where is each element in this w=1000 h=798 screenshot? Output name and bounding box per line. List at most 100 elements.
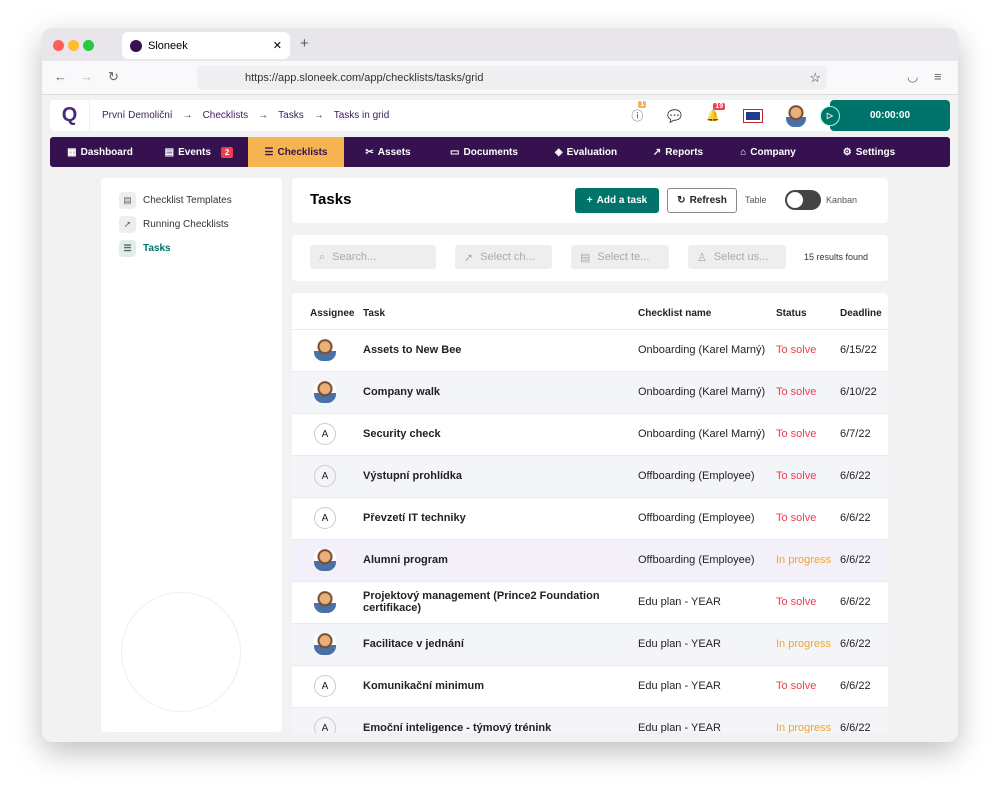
task-name[interactable]: Facilitace v jednání (363, 622, 638, 665)
task-name[interactable]: Projektový management (Prince2 Foundatio… (363, 580, 638, 623)
menu-item-settings[interactable]: ⚙ Settings (816, 137, 922, 167)
back-button[interactable]: ← (54, 69, 67, 84)
menu-item-documents[interactable]: ▭ Documents (432, 137, 536, 167)
checklist-icon: ☰ (264, 146, 274, 158)
menu-label: Evaluation (566, 146, 618, 158)
breadcrumb-item: Tasks in grid (333, 110, 390, 121)
status-badge: To solve (776, 412, 840, 455)
table-row[interactable]: A Emoční inteligence - týmový trénink Ed… (292, 706, 888, 733)
evaluation-icon: ◈ (554, 146, 563, 158)
add-task-button[interactable]: + Add a task (575, 188, 659, 213)
table-row[interactable]: A Komunikační minimum Edu plan - YEAR To… (292, 664, 888, 707)
folder-icon: ▭ (450, 146, 460, 158)
status-badge: To solve (776, 370, 840, 413)
menu-item-checklists[interactable]: ☰ Checklists (248, 137, 344, 167)
menu-item-reports[interactable]: ↗ Reports (636, 137, 720, 167)
table-row[interactable]: Alumni program Offboarding (Employee) In… (292, 538, 888, 581)
column-status[interactable]: Status (776, 293, 840, 329)
logo[interactable]: Q (50, 100, 90, 131)
close-tab-icon[interactable]: ✕ (273, 39, 282, 52)
new-tab-button[interactable]: + (300, 35, 309, 52)
sidebar-item-tasks[interactable]: ☰ Tasks (101, 236, 282, 260)
select-placeholder: Select ch... (480, 251, 535, 263)
task-name[interactable]: Komunikační minimum (363, 664, 638, 707)
table-row[interactable]: A Security check Onboarding (Karel Marný… (292, 412, 888, 455)
select-template[interactable]: ▤ Select te... (571, 245, 669, 269)
chat-icon[interactable]: 💬 (667, 109, 682, 123)
menu-item-events[interactable]: ▤ Events 2 (150, 137, 248, 167)
bookmark-star-icon[interactable]: ☆ (809, 70, 821, 86)
deadline: 6/6/22 (840, 706, 888, 733)
maximize-button[interactable] (83, 40, 94, 51)
task-name[interactable]: Alumni program (363, 538, 638, 581)
pocket-icon[interactable]: ◡ (907, 69, 918, 85)
menu-item-assets[interactable]: ✂ Assets (344, 137, 432, 167)
task-name[interactable]: Výstupní prohlídka (363, 454, 638, 497)
table-row[interactable]: Projektový management (Prince2 Foundatio… (292, 580, 888, 623)
task-name[interactable]: Company walk (363, 370, 638, 413)
select-checklist[interactable]: ➚ Select ch... (455, 245, 552, 269)
select-user[interactable]: ♙ Select us... (688, 245, 786, 269)
close-window-button[interactable] (53, 40, 64, 51)
alerts-icon[interactable]: ⓘ 1 (631, 101, 647, 124)
search-input[interactable]: ⌕ Search... (310, 245, 436, 269)
menu-icon[interactable]: ≡ (934, 69, 942, 84)
view-toggle[interactable] (785, 190, 821, 210)
notifications-icon[interactable]: 🔔 19 (706, 103, 726, 122)
column-assignee[interactable]: Assignee (292, 293, 363, 329)
forward-button[interactable]: → (80, 69, 93, 84)
checklist-name: Offboarding (Employee) (638, 454, 776, 497)
kanban-view-label: Kanban (826, 195, 858, 205)
sidebar-item-label: Tasks (143, 242, 171, 254)
task-name[interactable]: Převzetí IT techniky (363, 496, 638, 539)
reload-button[interactable]: ↻ (108, 69, 119, 85)
table-row[interactable]: A Převzetí IT techniky Offboarding (Empl… (292, 496, 888, 539)
browser-tab[interactable]: Sloneek ✕ (122, 32, 290, 59)
menu-item-evaluation[interactable]: ◈ Evaluation (536, 137, 636, 167)
page-title: Tasks (310, 191, 352, 208)
tools-icon: ✂ (365, 146, 374, 158)
task-name[interactable]: Assets to New Bee (363, 328, 638, 371)
checklist-name: Edu plan - YEAR (638, 580, 776, 623)
assignee-cell (292, 328, 363, 371)
clipboard-icon: ▤ (119, 191, 136, 209)
refresh-button[interactable]: ↻ Refresh (667, 188, 737, 213)
results-count: 15 results found (804, 252, 869, 262)
breadcrumb-item[interactable]: Checklists (203, 110, 249, 121)
breadcrumb-item[interactable]: Tasks (278, 110, 304, 121)
task-name[interactable]: Security check (363, 412, 638, 455)
minimize-button[interactable] (68, 40, 79, 51)
table-row[interactable]: Company walk Onboarding (Karel Marný) To… (292, 370, 888, 413)
sidebar-item-label: Checklist Templates (143, 194, 232, 206)
filter-bar: ⌕ Search... ➚ Select ch... ▤ Select te... ♙… (292, 235, 888, 281)
table-row[interactable]: Assets to New Bee Onboarding (Karel Marn… (292, 328, 888, 371)
column-checklist[interactable]: Checklist name (638, 293, 776, 329)
avatar-initial: A (321, 722, 329, 733)
address-bar-row: ← → ↻ https://app.sloneek.com/app/checkl… (42, 61, 958, 95)
sidebar-item-running-checklists[interactable]: ➚ Running Checklists (101, 212, 282, 236)
alerts-badge: 1 (638, 101, 647, 108)
url-field[interactable]: https://app.sloneek.com/app/checklists/t… (197, 66, 827, 90)
column-task[interactable]: Task (363, 293, 638, 329)
rocket-icon: ➚ (119, 215, 136, 233)
menu-item-company[interactable]: ⌂ Company (720, 137, 816, 167)
checklist-name: Offboarding (Employee) (638, 496, 776, 539)
gear-icon: ⚙ (842, 146, 852, 158)
menu-item-dashboard[interactable]: ▦ Dashboard (50, 137, 150, 167)
status-badge: To solve (776, 664, 840, 707)
language-flag-icon[interactable] (743, 108, 763, 123)
breadcrumb-item[interactable]: První Demoliční (102, 110, 173, 121)
select-placeholder: Select us... (713, 251, 769, 263)
sidebar-item-checklist-templates[interactable]: ▤ Checklist Templates (101, 188, 282, 212)
timer-widget[interactable]: ▷ 00:00:00 (820, 100, 950, 131)
play-icon[interactable]: ▷ (820, 105, 840, 126)
avatar-initial: A (321, 470, 329, 482)
table-row[interactable]: A Výstupní prohlídka Offboarding (Employ… (292, 454, 888, 497)
user-avatar[interactable] (786, 104, 806, 127)
table-row[interactable]: Facilitace v jednání Edu plan - YEAR In … (292, 622, 888, 665)
column-deadline[interactable]: Deadline (840, 293, 888, 329)
avatar: A (314, 465, 336, 487)
chart-icon: ↗ (652, 146, 662, 158)
assignee-cell: A (292, 412, 363, 455)
task-name[interactable]: Emoční inteligence - týmový trénink (363, 706, 638, 733)
